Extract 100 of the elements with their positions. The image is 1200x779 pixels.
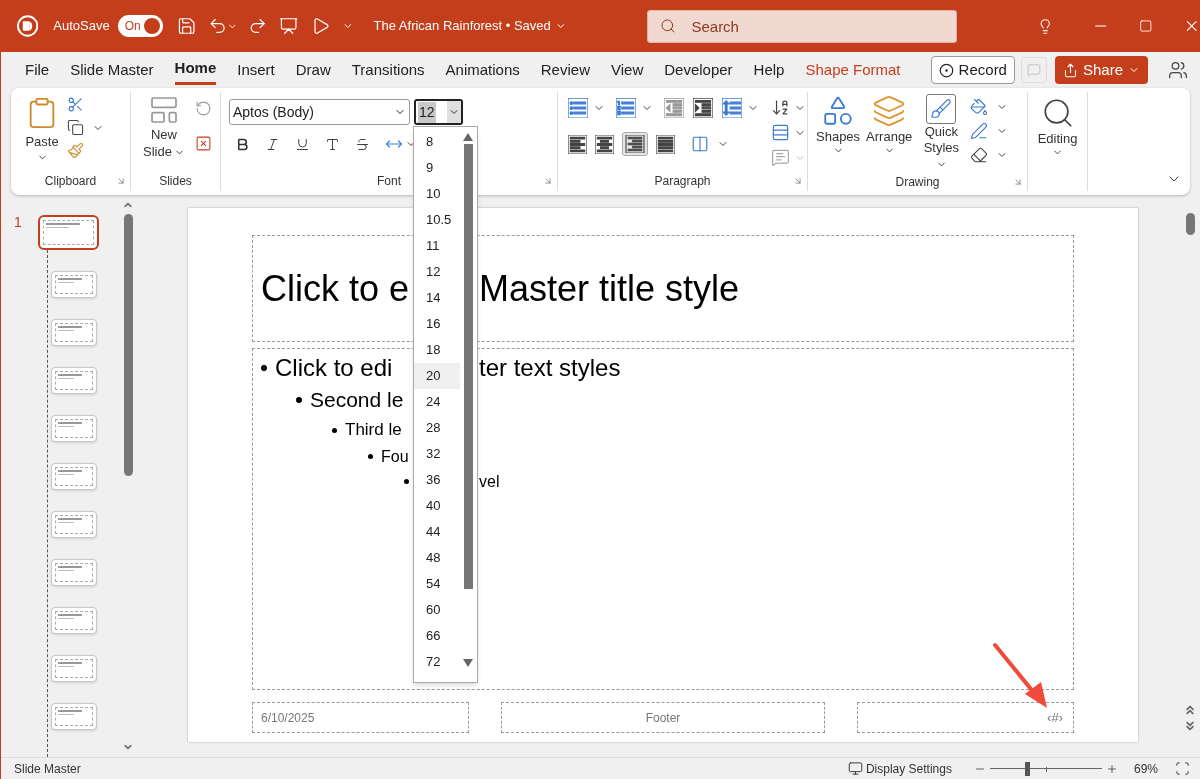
arrange-button[interactable]: Arrange xyxy=(866,94,913,156)
slide-thumbnail[interactable] xyxy=(51,559,97,586)
line-spacing-icon[interactable] xyxy=(722,98,742,118)
zoom-slider-thumb[interactable] xyxy=(1024,761,1030,776)
columns-icon[interactable] xyxy=(691,135,709,153)
slide-thumbnail[interactable] xyxy=(51,703,97,730)
launcher-icon[interactable] xyxy=(543,176,553,186)
fit-to-window-icon[interactable] xyxy=(1175,761,1190,776)
menu-item[interactable]: 12 xyxy=(414,259,460,285)
increase-indent-icon[interactable] xyxy=(693,98,713,118)
date-placeholder[interactable]: 6/10/2025 xyxy=(252,702,469,733)
ribbon-tab[interactable]: Slide Master xyxy=(70,55,154,85)
font-size-field[interactable]: 12 xyxy=(414,99,463,125)
justify-icon[interactable] xyxy=(656,134,675,154)
autosave-toggle[interactable]: On xyxy=(117,15,163,37)
scrollbar-thumb[interactable] xyxy=(1185,213,1195,235)
numbering-icon[interactable] xyxy=(616,98,636,118)
shape-effects-icon[interactable] xyxy=(970,146,989,164)
decrease-indent-icon[interactable] xyxy=(664,98,684,118)
slide-thumbnail[interactable] xyxy=(51,319,97,346)
shape-fill-icon[interactable] xyxy=(970,98,989,116)
slide-thumbnail[interactable] xyxy=(38,215,99,250)
bullets-icon[interactable] xyxy=(568,98,588,118)
menu-item[interactable]: 9 xyxy=(414,155,460,181)
slide-thumbnail[interactable] xyxy=(51,463,97,490)
slide-thumbnail[interactable] xyxy=(51,607,97,634)
maximize-icon[interactable] xyxy=(1139,19,1153,33)
ribbon-tab[interactable]: Help xyxy=(753,55,785,85)
menu-item[interactable]: 11 xyxy=(414,233,460,259)
previous-slide-icon[interactable] xyxy=(1183,703,1197,717)
menu-item[interactable]: 36 xyxy=(414,467,460,493)
launcher-icon[interactable] xyxy=(116,176,126,186)
menu-item[interactable]: 48 xyxy=(414,545,460,571)
slide-thumbnail[interactable] xyxy=(51,415,97,442)
ribbon-tab[interactable]: Draw xyxy=(295,55,331,85)
ribbon-tab[interactable]: Review xyxy=(540,55,590,85)
menu-item[interactable]: 10 xyxy=(414,181,460,207)
copy-icon[interactable] xyxy=(67,119,84,136)
slide-thumbnail[interactable] xyxy=(51,655,97,682)
reset-icon[interactable] xyxy=(195,100,212,117)
save-icon[interactable] xyxy=(176,16,196,36)
format-painter-icon[interactable] xyxy=(67,142,84,159)
next-slide-icon[interactable] xyxy=(1183,719,1197,733)
presenter-icon[interactable] xyxy=(279,16,299,36)
slide-thumbnail[interactable] xyxy=(51,511,97,538)
menu-item[interactable]: 44 xyxy=(414,519,460,545)
people-icon[interactable] xyxy=(1168,60,1188,80)
menu-item[interactable]: 14 xyxy=(414,285,460,311)
italic-icon[interactable] xyxy=(265,136,280,152)
ribbon-tab[interactable]: Insert xyxy=(237,55,275,85)
menu-item[interactable]: 16 xyxy=(414,311,460,337)
display-settings-button[interactable]: Display Settings xyxy=(847,759,952,778)
menu-item[interactable]: 28 xyxy=(414,415,460,441)
ribbon-tab[interactable]: Shape Format xyxy=(805,55,901,85)
ribbon-tab[interactable]: Home xyxy=(174,55,217,85)
scrollbar-thumb[interactable] xyxy=(463,144,473,589)
smartart-icon[interactable] xyxy=(771,148,790,167)
text-shadow-icon[interactable] xyxy=(325,136,340,152)
menu-item[interactable]: 60 xyxy=(414,597,460,623)
zoom-level[interactable]: 69% xyxy=(1133,759,1158,778)
align-center-icon[interactable] xyxy=(595,134,614,154)
scissors-icon[interactable] xyxy=(67,96,84,113)
ribbon-tab[interactable]: View xyxy=(610,55,644,85)
strikethrough-icon[interactable] xyxy=(355,136,370,152)
menu-item[interactable]: 20 xyxy=(414,363,460,389)
font-name-field[interactable]: Aptos (Body) xyxy=(229,99,410,125)
scroll-down-icon[interactable] xyxy=(463,659,473,667)
menu-item[interactable]: 40 xyxy=(414,493,460,519)
ribbon-tab[interactable]: Developer xyxy=(664,55,733,85)
align-right-icon[interactable] xyxy=(622,132,648,156)
new-slide-button[interactable]: New Slide xyxy=(141,94,187,160)
menu-item[interactable]: 8 xyxy=(414,129,460,155)
document-title[interactable]: The African Rainforest • Saved xyxy=(373,16,551,36)
menu-item[interactable]: 72 xyxy=(414,649,460,675)
share-button[interactable]: Share xyxy=(1054,56,1148,84)
launcher-icon[interactable] xyxy=(1013,176,1023,187)
ribbon-tab[interactable]: File xyxy=(25,55,50,85)
menu-item[interactable]: 66 xyxy=(414,623,460,649)
bold-icon[interactable] xyxy=(235,136,250,152)
align-text-icon[interactable] xyxy=(771,123,790,142)
delete-slide-icon[interactable] xyxy=(195,135,212,152)
underline-icon[interactable] xyxy=(295,136,310,152)
editing-button[interactable]: Editing xyxy=(1028,92,1087,158)
menu-item[interactable]: 24 xyxy=(414,389,460,415)
zoom-in-icon[interactable] xyxy=(1105,762,1118,775)
shape-outline-icon[interactable] xyxy=(970,122,989,140)
paste-button[interactable]: Paste xyxy=(25,94,59,163)
menu-item[interactable]: 54 xyxy=(414,571,460,597)
menu-item[interactable]: 10.5 xyxy=(414,207,460,233)
quick-styles-button[interactable]: Quick Styles xyxy=(918,94,965,172)
text-direction-icon[interactable] xyxy=(771,98,790,117)
scroll-up-icon[interactable] xyxy=(463,133,473,141)
slide-thumbnail[interactable] xyxy=(51,271,97,298)
footer-placeholder[interactable]: Footer xyxy=(501,702,825,733)
ribbon-tab[interactable]: Animations xyxy=(445,55,520,85)
slide-thumbnail[interactable] xyxy=(51,367,97,394)
scrollbar-thumb[interactable] xyxy=(123,214,133,476)
menu-item[interactable]: 32 xyxy=(414,441,460,467)
ribbon-tab[interactable]: Transitions xyxy=(351,55,425,85)
shapes-button[interactable]: Shapes xyxy=(816,94,861,156)
